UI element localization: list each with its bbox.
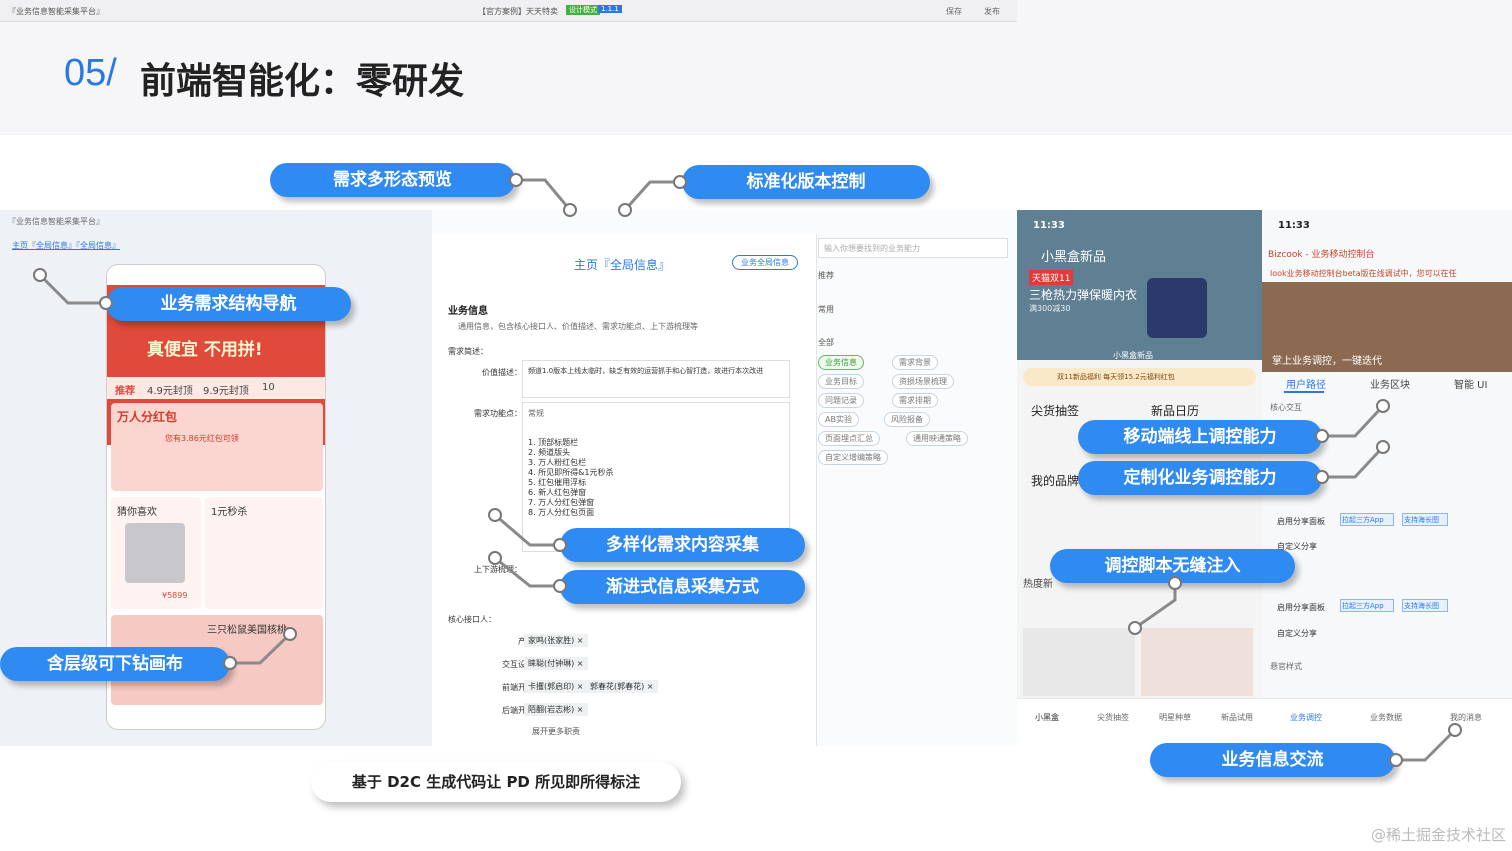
dot-15 bbox=[1315, 470, 1329, 484]
callout-exchange: 业务信息交流 bbox=[1150, 743, 1395, 777]
dot-4 bbox=[673, 175, 687, 189]
dot-12 bbox=[553, 579, 567, 593]
dot-5 bbox=[33, 268, 47, 282]
dot-18 bbox=[1128, 621, 1142, 635]
slide: 05/ 前端智能化：零研发 『业务信息智能采集平台』 主页『全局信息』『全局信息… bbox=[0, 0, 1512, 851]
callout-canvas: 含层级可下钻画布 bbox=[0, 647, 230, 681]
dot-10 bbox=[553, 538, 567, 552]
dot-20 bbox=[1448, 723, 1462, 737]
dot-11 bbox=[488, 551, 502, 565]
dot-16 bbox=[1376, 440, 1390, 454]
dot-14 bbox=[1376, 399, 1390, 413]
d2c-note: 基于 D2C 生成代码让 PD 所见即所得标注 bbox=[311, 762, 681, 802]
callout-custom: 定制化业务调控能力 bbox=[1078, 461, 1322, 495]
dot-13 bbox=[1315, 429, 1329, 443]
dot-19 bbox=[1389, 753, 1403, 767]
callout-version: 标准化版本控制 bbox=[682, 165, 930, 199]
callout-nav: 业务需求结构导航 bbox=[106, 287, 351, 321]
dot-3 bbox=[618, 203, 632, 217]
dot-2 bbox=[563, 203, 577, 217]
dot-8 bbox=[283, 627, 297, 641]
callout-progressive: 渐进式信息采集方式 bbox=[560, 570, 805, 604]
callout-collect: 多样化需求内容采集 bbox=[560, 528, 805, 562]
watermark: @稀土掘金技术社区 bbox=[1370, 826, 1506, 844]
dot-1 bbox=[509, 173, 523, 187]
callout-preview: 需求多形态预览 bbox=[270, 163, 515, 197]
callout-mobile: 移动端线上调控能力 bbox=[1078, 420, 1322, 454]
dot-17 bbox=[1168, 576, 1182, 590]
dot-9 bbox=[488, 508, 502, 522]
dot-6 bbox=[99, 296, 113, 310]
dot-7 bbox=[223, 656, 237, 670]
